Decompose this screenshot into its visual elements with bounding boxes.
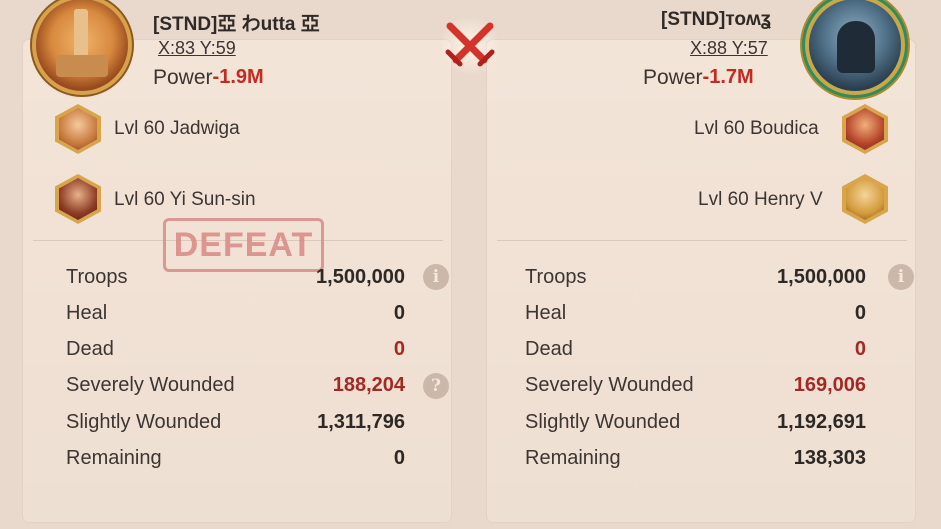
stat-value-troops: 1,500,000 bbox=[777, 266, 866, 288]
defender-name: [STND]тоʍʓ bbox=[661, 9, 771, 30]
stat-value-slightly-wounded: 1,311,796 bbox=[317, 411, 405, 433]
stat-label-troops: Troops bbox=[66, 266, 128, 288]
defender-avatar[interactable] bbox=[809, 0, 901, 91]
attacker-coords-link[interactable]: X:83 Y:59 bbox=[158, 38, 236, 59]
stat-label-remaining: Remaining bbox=[525, 447, 621, 469]
stat-value-dead: 0 bbox=[393, 338, 405, 360]
stat-label-dead: Dead bbox=[525, 338, 573, 360]
attacker-avatar[interactable] bbox=[36, 0, 128, 91]
knight-silhouette-image bbox=[837, 21, 875, 73]
city-base-image bbox=[56, 55, 108, 77]
section-divider bbox=[497, 240, 907, 241]
stat-label-slightly-wounded: Slightly Wounded bbox=[66, 411, 222, 433]
hero-label: Lvl 60 Yi Sun-sin bbox=[114, 189, 256, 210]
stat-label-heal: Heal bbox=[525, 302, 567, 324]
attacker-power: Power -1.9M bbox=[153, 66, 264, 90]
defeat-stamp: DEFEAT bbox=[163, 218, 324, 272]
stat-value-severely-wounded: 188,204 bbox=[332, 374, 405, 396]
stat-value-remaining: 0 bbox=[393, 447, 405, 469]
stat-label-remaining: Remaining bbox=[66, 447, 162, 469]
stat-label-troops: Troops bbox=[525, 266, 587, 288]
hero-label: Lvl 60 Boudica bbox=[694, 118, 819, 139]
stat-value-heal: 0 bbox=[393, 302, 405, 324]
troops-info-icon[interactable]: i bbox=[888, 264, 914, 290]
defender-power: Power -1.7M bbox=[643, 66, 754, 90]
stat-value-slightly-wounded: 1,192,691 bbox=[777, 411, 866, 433]
stat-value-severely-wounded: 169,006 bbox=[793, 374, 866, 396]
stat-value-dead: 0 bbox=[854, 338, 866, 360]
troops-info-icon[interactable]: i bbox=[423, 264, 449, 290]
stat-label-dead: Dead bbox=[66, 338, 114, 360]
stat-label-heal: Heal bbox=[66, 302, 108, 324]
power-label: Power bbox=[643, 66, 703, 89]
hero-label: Lvl 60 Jadwiga bbox=[114, 118, 240, 139]
stat-value-heal: 0 bbox=[854, 302, 866, 324]
defender-coords-link[interactable]: X:88 Y:57 bbox=[690, 38, 768, 59]
power-value: -1.7M bbox=[702, 66, 754, 88]
stat-label-severely-wounded: Severely Wounded bbox=[66, 374, 235, 396]
wounded-help-icon[interactable]: ? bbox=[423, 373, 449, 399]
stat-value-remaining: 138,303 bbox=[793, 447, 866, 469]
power-value: -1.9M bbox=[212, 66, 264, 88]
stat-value-troops: 1,500,000 bbox=[316, 266, 405, 288]
power-label: Power bbox=[153, 66, 213, 89]
stat-label-severely-wounded: Severely Wounded bbox=[525, 374, 694, 396]
stat-label-slightly-wounded: Slightly Wounded bbox=[525, 411, 681, 433]
attacker-name: [STND]亞 わutta 亞 bbox=[153, 14, 320, 35]
crossed-swords-icon bbox=[440, 16, 500, 76]
hero-label: Lvl 60 Henry V bbox=[698, 189, 823, 210]
